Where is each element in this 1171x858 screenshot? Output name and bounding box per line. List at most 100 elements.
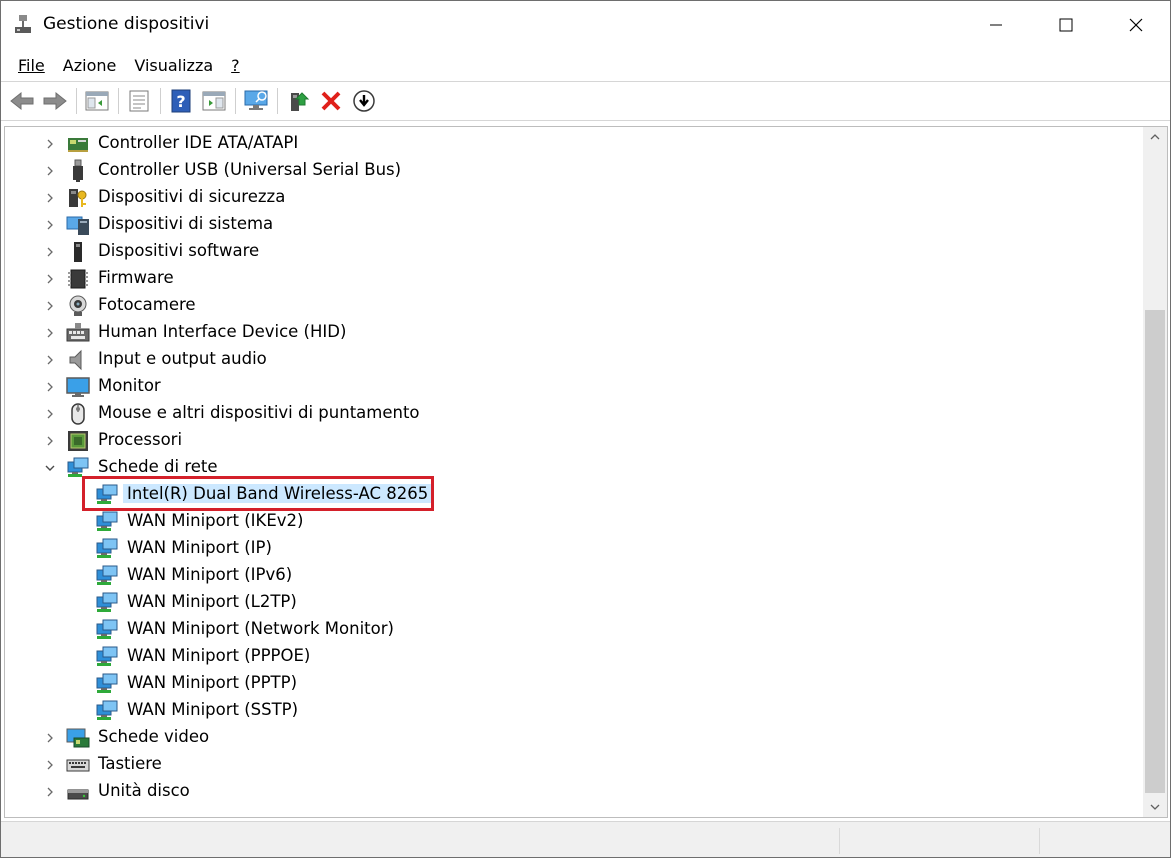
tree-child-item[interactable]: WAN Miniport (L2TP) <box>5 589 1145 616</box>
scan-hardware-button[interactable] <box>241 86 271 116</box>
tree-category-item[interactable]: Schede video <box>5 724 1145 751</box>
toolbar-separator <box>160 88 161 114</box>
action-pane-button[interactable] <box>199 86 229 116</box>
tree-child-item[interactable]: WAN Miniport (SSTP) <box>5 697 1145 724</box>
maximize-button[interactable] <box>1031 1 1101 49</box>
chevron-right-icon[interactable] <box>42 751 58 778</box>
tree-category-item[interactable]: Human Interface Device (HID) <box>5 319 1145 346</box>
forward-button[interactable] <box>40 86 70 116</box>
chevron-down-icon[interactable] <box>42 454 58 481</box>
menu-azione[interactable]: Azione <box>54 52 126 79</box>
tree-item-label: Dispositivi di sistema <box>98 214 274 233</box>
tree-category-item[interactable]: Controller IDE ATA/ATAPI <box>5 130 1145 157</box>
toolbar: ? <box>1 83 1170 119</box>
chevron-right-icon[interactable] <box>42 427 58 454</box>
mouse-icon <box>66 402 90 426</box>
chevron-right-icon[interactable] <box>42 346 58 373</box>
monitor-icon <box>66 375 90 399</box>
tree-category-item[interactable]: Processori <box>5 427 1145 454</box>
tree-category-item[interactable]: Schede di rete <box>5 454 1145 481</box>
speaker-icon <box>66 348 90 372</box>
back-button[interactable] <box>7 86 37 116</box>
tree-category-item[interactable]: Controller USB (Universal Serial Bus) <box>5 157 1145 184</box>
tree-item-label: Dispositivi di sicurezza <box>98 187 286 206</box>
chevron-down-icon <box>1150 804 1160 810</box>
close-button[interactable] <box>1101 1 1170 49</box>
minimize-button[interactable] <box>961 1 1031 49</box>
close-icon <box>1129 18 1143 32</box>
menu-help[interactable]: ? <box>222 52 249 79</box>
tree-child-item[interactable]: WAN Miniport (PPTP) <box>5 670 1145 697</box>
disable-device-button[interactable] <box>349 86 379 116</box>
tree-category-item[interactable]: Dispositivi software <box>5 238 1145 265</box>
properties-button[interactable] <box>124 86 154 116</box>
chevron-right-icon[interactable] <box>42 238 58 265</box>
chevron-right-icon[interactable] <box>42 292 58 319</box>
menu-visualizza[interactable]: Visualizza <box>125 52 222 79</box>
chevron-right-icon[interactable] <box>42 157 58 184</box>
title-bar[interactable]: Gestione dispositivi <box>1 1 1170 49</box>
scan-hardware-icon <box>244 90 268 110</box>
vertical-scrollbar[interactable] <box>1143 127 1167 817</box>
tree-category-item[interactable]: Unità disco <box>5 778 1145 805</box>
tree-item-label: Schede video <box>98 727 210 746</box>
tree-child-item[interactable]: WAN Miniport (IP) <box>5 535 1145 562</box>
toolbar-separator <box>76 88 77 114</box>
tree-category-item[interactable]: Mouse e altri dispositivi di puntamento <box>5 400 1145 427</box>
update-driver-button[interactable] <box>283 86 313 116</box>
network-adapter-icon <box>95 645 119 669</box>
properties-icon <box>129 90 149 112</box>
tree-item-label: Mouse e altri dispositivi di puntamento <box>98 403 420 422</box>
tree-item-label: Fotocamere <box>98 295 196 314</box>
tree-child-item[interactable]: Intel(R) Dual Band Wireless-AC 8265 <box>5 481 1145 508</box>
tree-category-item[interactable]: Fotocamere <box>5 292 1145 319</box>
tree-child-item[interactable]: WAN Miniport (IKEv2) <box>5 508 1145 535</box>
menu-bar: File Azione Visualizza ? <box>1 49 1170 81</box>
chevron-down-icon <box>45 465 55 471</box>
network-adapter-icon <box>95 672 119 696</box>
chevron-right-icon[interactable] <box>42 400 58 427</box>
chevron-right-icon[interactable] <box>42 724 58 751</box>
tree-category-item[interactable]: Firmware <box>5 265 1145 292</box>
tree-item-label: Tastiere <box>98 754 162 773</box>
chevron-right-icon <box>47 409 53 418</box>
uninstall-device-button[interactable] <box>316 86 346 116</box>
tree-category-item[interactable]: Monitor <box>5 373 1145 400</box>
tree-item-label: WAN Miniport (L2TP) <box>127 592 297 611</box>
chevron-right-icon[interactable] <box>42 211 58 238</box>
disk-drive-icon <box>66 780 90 804</box>
chevron-right-icon[interactable] <box>42 130 58 157</box>
chevron-right-icon[interactable] <box>42 319 58 346</box>
show-hide-console-tree-button[interactable] <box>82 86 112 116</box>
chevron-right-icon <box>47 247 53 256</box>
tree-child-item[interactable]: WAN Miniport (IPv6) <box>5 562 1145 589</box>
firmware-chip-icon <box>66 267 90 291</box>
tree-item-label: Monitor <box>98 376 161 395</box>
scrollbar-thumb[interactable] <box>1145 310 1165 793</box>
scroll-up-button[interactable] <box>1143 127 1167 147</box>
software-device-icon <box>66 240 90 264</box>
menu-file[interactable]: File <box>9 52 54 79</box>
tree-item-label: Dispositivi software <box>98 241 260 260</box>
chevron-right-icon <box>47 355 53 364</box>
tree-category-item[interactable]: Input e output audio <box>5 346 1145 373</box>
chevron-right-icon[interactable] <box>42 265 58 292</box>
chevron-right-icon <box>47 436 53 445</box>
chevron-right-icon <box>47 166 53 175</box>
chevron-right-icon <box>47 301 53 310</box>
help-button[interactable]: ? <box>166 86 196 116</box>
chevron-right-icon[interactable] <box>42 778 58 805</box>
maximize-icon <box>1059 18 1073 32</box>
chevron-right-icon <box>47 220 53 229</box>
tree-child-item[interactable]: WAN Miniport (PPPOE) <box>5 643 1145 670</box>
tree-child-item[interactable]: WAN Miniport (Network Monitor) <box>5 616 1145 643</box>
tree-category-item[interactable]: Dispositivi di sicurezza <box>5 184 1145 211</box>
chevron-right-icon[interactable] <box>42 184 58 211</box>
update-driver-icon <box>291 92 310 111</box>
tree-category-item[interactable]: Dispositivi di sistema <box>5 211 1145 238</box>
scroll-down-button[interactable] <box>1143 797 1167 817</box>
security-key-icon <box>66 186 90 210</box>
chevron-right-icon[interactable] <box>42 373 58 400</box>
tree-category-item[interactable]: Tastiere <box>5 751 1145 778</box>
menu-separator <box>1 81 1170 82</box>
